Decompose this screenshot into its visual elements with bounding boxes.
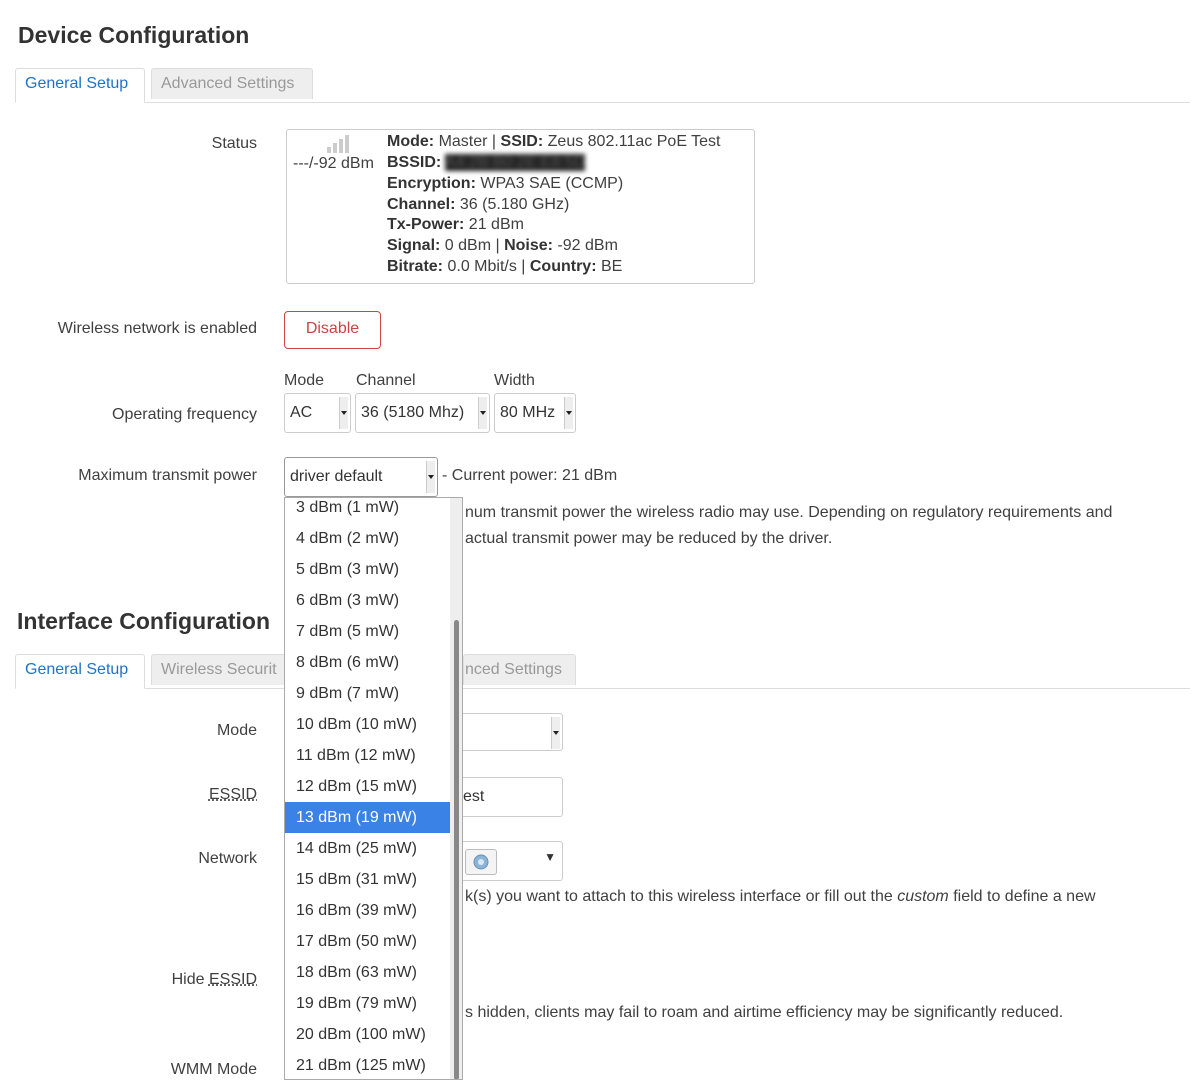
status-txpower-line: Tx-Power: 21 dBm [387, 216, 524, 233]
tab-general-setup-iface[interactable]: General Setup [15, 654, 145, 689]
status-box: ---/-92 dBm Mode: Master | SSID: Zeus 80… [286, 129, 755, 284]
tab-advanced-settings[interactable]: Advanced Settings [151, 68, 313, 99]
signal-bars-icon [327, 135, 349, 153]
wireless-enabled-label: Wireless network is enabled [57, 320, 257, 337]
wmm-mode-label: WMM Mode [170, 1061, 257, 1078]
dropdown-option[interactable]: 8 dBm (6 mW) [285, 647, 450, 678]
dropdown-option[interactable]: 17 dBm (50 mW) [285, 926, 450, 957]
dropdown-option[interactable]: 20 dBm (100 mW) [285, 1019, 450, 1050]
dropdown-option[interactable]: 3 dBm (1 mW) [285, 498, 450, 523]
width-small-label: Width [494, 372, 535, 389]
tx-power-desc-line2: actual transmit power may be reduced by … [465, 530, 833, 547]
dropdown-option[interactable]: 14 dBm (25 mW) [285, 833, 450, 864]
dropdown-option[interactable]: 11 dBm (12 mW) [285, 740, 450, 771]
max-tx-power-label: Maximum transmit power [78, 467, 257, 484]
operating-frequency-label: Operating frequency [112, 406, 257, 423]
dropdown-option[interactable]: 21 dBm (125 mW) [285, 1050, 450, 1079]
tab-wireless-security[interactable]: Wireless Securit [151, 654, 291, 685]
current-power-text: - Current power: 21 dBm [442, 467, 618, 484]
dropdown-option[interactable]: 4 dBm (2 mW) [285, 523, 450, 554]
dropdown-scrollbar-thumb[interactable] [454, 620, 459, 1079]
tx-power-select-value: driver default [290, 468, 383, 485]
iface-mode-label: Mode [216, 722, 257, 739]
dropdown-option[interactable]: 19 dBm (79 mW) [285, 988, 450, 1019]
network-label: Network [198, 850, 257, 867]
tab-general-setup[interactable]: General Setup [15, 68, 145, 103]
dropdown-option[interactable]: 12 dBm (15 mW) [285, 771, 450, 802]
hide-essid-desc: s hidden, clients may fail to roam and a… [465, 1004, 1064, 1021]
dropdown-option[interactable]: 10 dBm (10 mW) [285, 709, 450, 740]
hide-essid-label: Hide ESSID [171, 971, 257, 988]
device-config-tabs: General Setup Advanced Settings [15, 68, 1190, 103]
dropdown-option[interactable]: 6 dBm (3 mW) [285, 585, 450, 616]
status-channel-line: Channel: 36 (5.180 GHz) [387, 196, 570, 213]
chevron-down-icon [426, 461, 435, 493]
device-config-title: Device Configuration [18, 22, 250, 48]
dropdown-option[interactable]: 5 dBm (3 mW) [285, 554, 450, 585]
chevron-down-icon [551, 717, 560, 749]
dropdown-option[interactable]: 15 dBm (31 mW) [285, 864, 450, 895]
disable-button[interactable]: Disable [284, 311, 381, 349]
width-select[interactable]: 80 MHz [494, 393, 576, 433]
essid-label: ESSID [208, 786, 257, 803]
status-encryption-line: Encryption: WPA3 SAE (CCMP) [387, 175, 624, 192]
tx-power-dropdown-list[interactable]: 21 dBm (125 mW) 20 dBm (100 mW) 19 dBm (79… [284, 497, 463, 1080]
mode-select[interactable]: AC [284, 393, 351, 433]
status-signal-line: Signal: 0 dBm | Noise: -92 dBm [387, 237, 618, 254]
channel-small-label: Channel [356, 372, 416, 389]
dropdown-option[interactable]: 13 dBm (19 mW) [285, 802, 450, 833]
dropdown-option[interactable]: 9 dBm (7 mW) [285, 678, 450, 709]
interface-config-tabs: General Setup Wireless Securit nced Sett… [15, 654, 1190, 689]
signal-dbm: ---/-92 dBm [293, 155, 374, 172]
network-icon [473, 854, 489, 870]
status-label: Status [211, 135, 257, 152]
dropdown-option[interactable]: 7 dBm (5 mW) [285, 616, 450, 647]
status-bitrate-line: Bitrate: 0.0 Mbit/s | Country: BE [387, 258, 623, 275]
tab-advanced-settings-iface[interactable]: nced Settings [463, 654, 576, 685]
essid-input[interactable]: est [450, 777, 563, 817]
network-desc: k(s) you want to attach to this wireless… [465, 888, 1096, 905]
bssid-value: A4:2B:B0:2E:E8:5D [444, 154, 586, 171]
network-chip [465, 849, 497, 875]
chevron-down-icon [564, 397, 573, 429]
mode-small-label: Mode [284, 372, 325, 389]
tx-power-select[interactable]: driver default [284, 457, 438, 497]
dropdown-scrollbar[interactable] [450, 498, 462, 1079]
dropdown-triangle-icon: ▼ [544, 850, 556, 864]
dropdown-option[interactable]: 16 dBm (39 mW) [285, 895, 450, 926]
network-select[interactable]: ▼ [450, 841, 563, 881]
channel-select-value: 36 (5180 Mhz) [361, 404, 465, 421]
dropdown-option[interactable]: 18 dBm (63 mW) [285, 957, 450, 988]
interface-config-title: Interface Configuration [17, 608, 271, 634]
iface-mode-select[interactable] [450, 713, 563, 751]
width-select-value: 80 MHz [500, 404, 556, 421]
status-mode-line: Mode: Master | SSID: Zeus 802.11ac PoE T… [387, 133, 721, 150]
mode-select-value: AC [290, 404, 313, 421]
chevron-down-icon [339, 397, 348, 429]
channel-select[interactable]: 36 (5180 Mhz) [355, 393, 490, 433]
status-bssid-line: BSSID: A4:2B:B0:2E:E8:5D [387, 154, 586, 171]
chevron-down-icon [478, 397, 487, 429]
tx-power-desc-line1: num transmit power the wireless radio ma… [465, 504, 1113, 521]
